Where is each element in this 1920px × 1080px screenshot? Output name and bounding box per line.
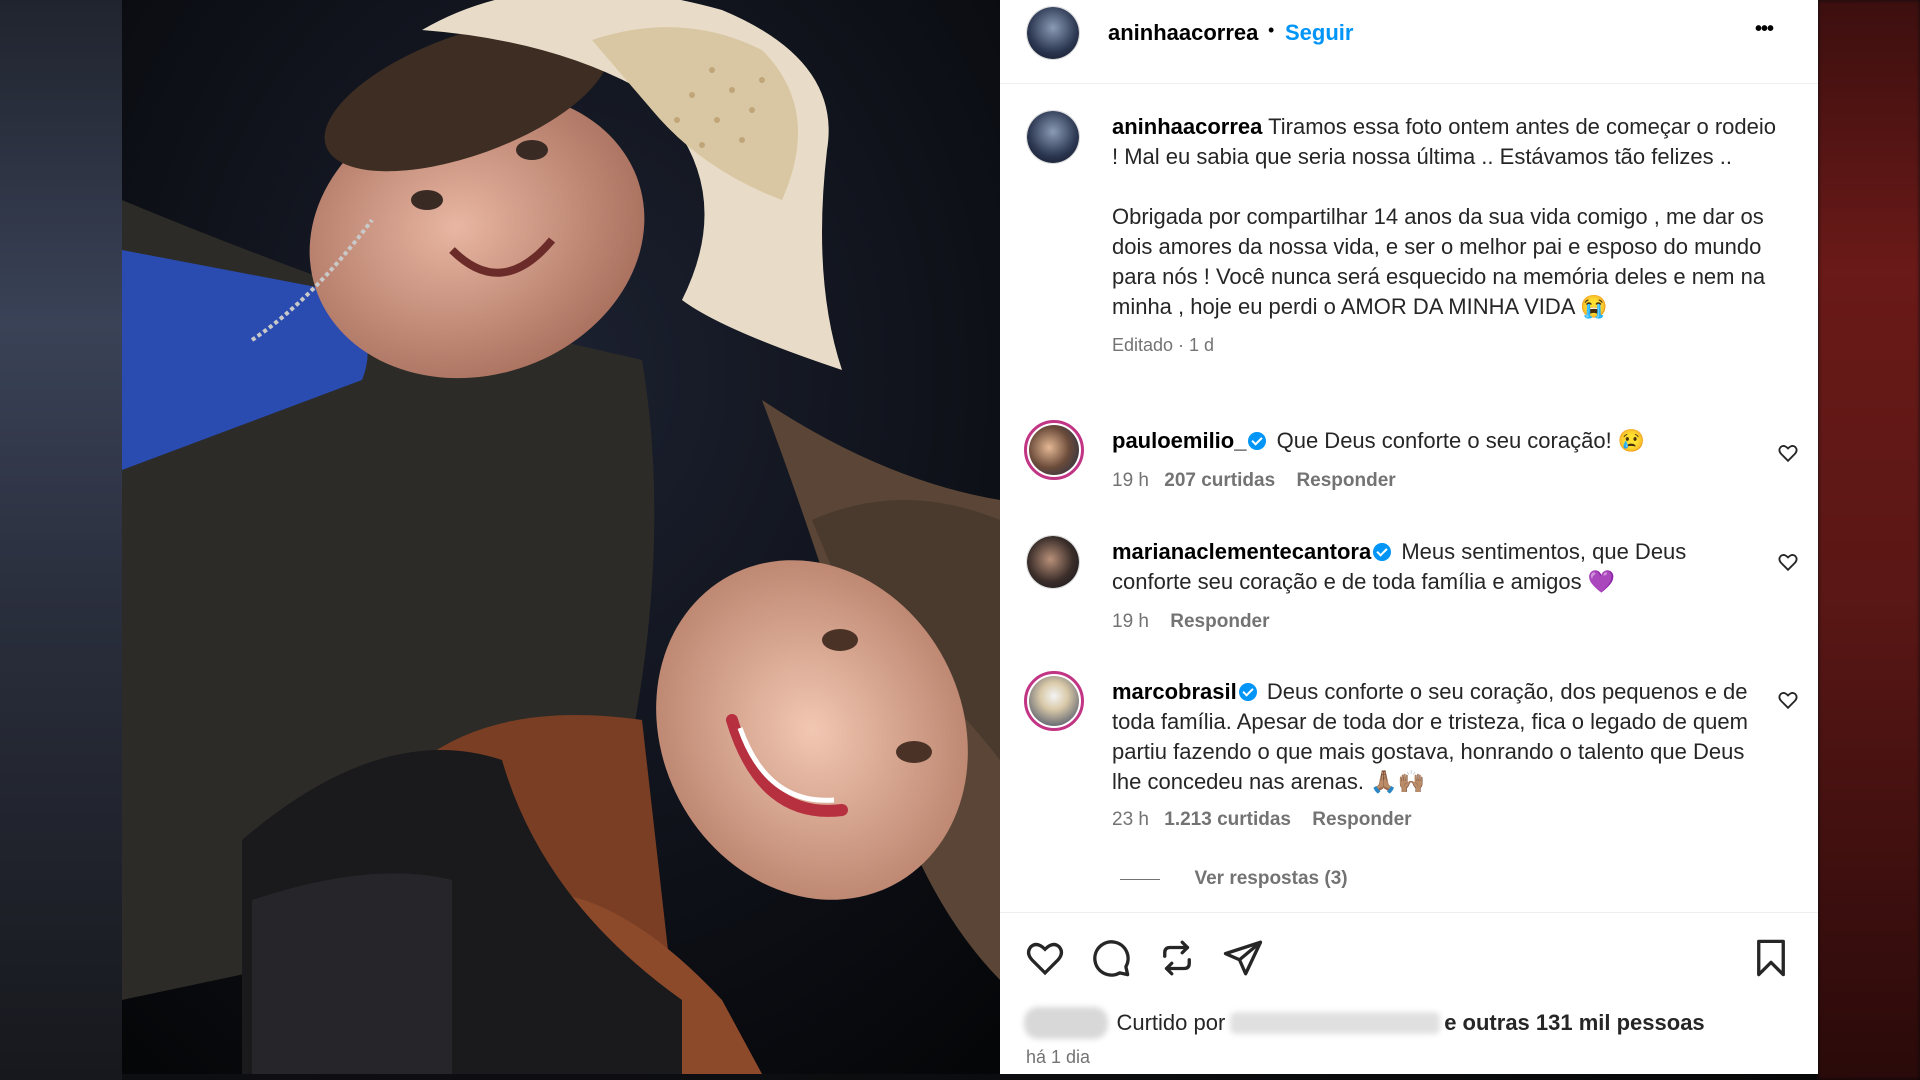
verified-badge-icon (1373, 543, 1392, 561)
liked-by-row: Curtido por e outras 131 mil pessoas (1024, 1007, 1705, 1039)
comment-time: 19 h (1112, 470, 1149, 491)
comment-username[interactable]: pauloemilio_ (1112, 428, 1246, 453)
selfie-image (122, 0, 1000, 1074)
comment-time: 19 h (1112, 611, 1149, 632)
share-icon[interactable] (1222, 937, 1264, 979)
comment-like-heart-icon[interactable] (1777, 442, 1799, 464)
comment-icon[interactable] (1090, 937, 1132, 979)
post-date[interactable]: há 1 dia (1026, 1047, 1090, 1068)
comment-reply-button[interactable]: Responder (1312, 809, 1411, 830)
heart-icon[interactable] (1024, 937, 1066, 979)
comment-text: Que Deus conforte o seu coração! 😢 (1276, 428, 1646, 453)
backdrop-left-blur (0, 0, 122, 1080)
view-replies-button[interactable]: Ver respostas (3) (1194, 868, 1347, 889)
comment-body: pauloemilio_ Que Deus conforte o seu cor… (1112, 426, 1752, 456)
comment-avatar[interactable] (1026, 535, 1080, 589)
comment-like-heart-icon[interactable] (1777, 551, 1799, 573)
comment-reply-button[interactable]: Responder (1170, 611, 1269, 632)
post-photo[interactable] (122, 0, 1000, 1074)
comment-body: marcobrasil Deus conforte o seu coração,… (1112, 677, 1762, 797)
more-options-icon[interactable]: ••• (1755, 18, 1774, 41)
comment-meta: 23 h 1.213 curtidas Responder (1112, 809, 1412, 831)
comment-like-heart-icon[interactable] (1777, 689, 1799, 711)
comment-likes[interactable]: 207 curtidas (1164, 470, 1275, 491)
comment-username[interactable]: marcobrasil (1112, 679, 1237, 704)
comment-avatar[interactable] (1024, 420, 1084, 480)
header-separator: • (1268, 20, 1275, 40)
follow-button[interactable]: Seguir (1285, 20, 1353, 46)
author-username[interactable]: aninhaacorrea (1108, 20, 1258, 46)
replies-divider-line (1120, 879, 1160, 881)
author-avatar[interactable] (1026, 6, 1080, 60)
comment-body: marianaclementecantora Meus sentimentos,… (1112, 537, 1752, 597)
view-replies-row[interactable]: Ver respostas (3) (1120, 868, 1348, 890)
repost-icon[interactable] (1156, 937, 1198, 979)
comment-username[interactable]: marianaclementecantora (1112, 539, 1371, 564)
instagram-post: aninhaacorrea • Seguir ••• aninhaacorrea… (122, 0, 1818, 1074)
caption-body: aninhaacorrea Tiramos essa foto ontem an… (1112, 112, 1782, 360)
liked-by-prefix: Curtido por (1116, 1010, 1226, 1035)
caption-edited: Editado · 1 d (1112, 335, 1215, 355)
comment-meta: 19 h 207 curtidas Responder (1112, 470, 1396, 492)
liked-by-suffix[interactable]: e outras 131 mil pessoas (1444, 1010, 1704, 1035)
comment-likes[interactable]: 1.213 curtidas (1164, 809, 1291, 830)
backdrop-right-blur (1818, 0, 1920, 1080)
caption-username[interactable]: aninhaacorrea (1112, 114, 1262, 139)
post-side-panel: aninhaacorrea • Seguir ••• aninhaacorrea… (1000, 0, 1818, 1074)
post-actions: Curtido por e outras 131 mil pessoas há … (1000, 912, 1818, 1074)
comment-meta: 19 h Responder (1112, 611, 1270, 633)
verified-badge-icon (1248, 432, 1267, 450)
comment-avatar[interactable] (1024, 671, 1084, 731)
comment-time: 23 h (1112, 809, 1149, 830)
caption-avatar[interactable] (1026, 110, 1080, 164)
post-header: aninhaacorrea • Seguir ••• (1000, 0, 1818, 84)
verified-badge-icon (1238, 683, 1257, 701)
liker-name-blurred[interactable] (1229, 1012, 1440, 1034)
comment-reply-button[interactable]: Responder (1296, 470, 1395, 491)
bookmark-icon[interactable] (1750, 937, 1792, 979)
liker-avatars-blurred (1024, 1007, 1108, 1039)
caption-paragraph-2: Obrigada por compartilhar 14 anos da sua… (1112, 204, 1766, 319)
